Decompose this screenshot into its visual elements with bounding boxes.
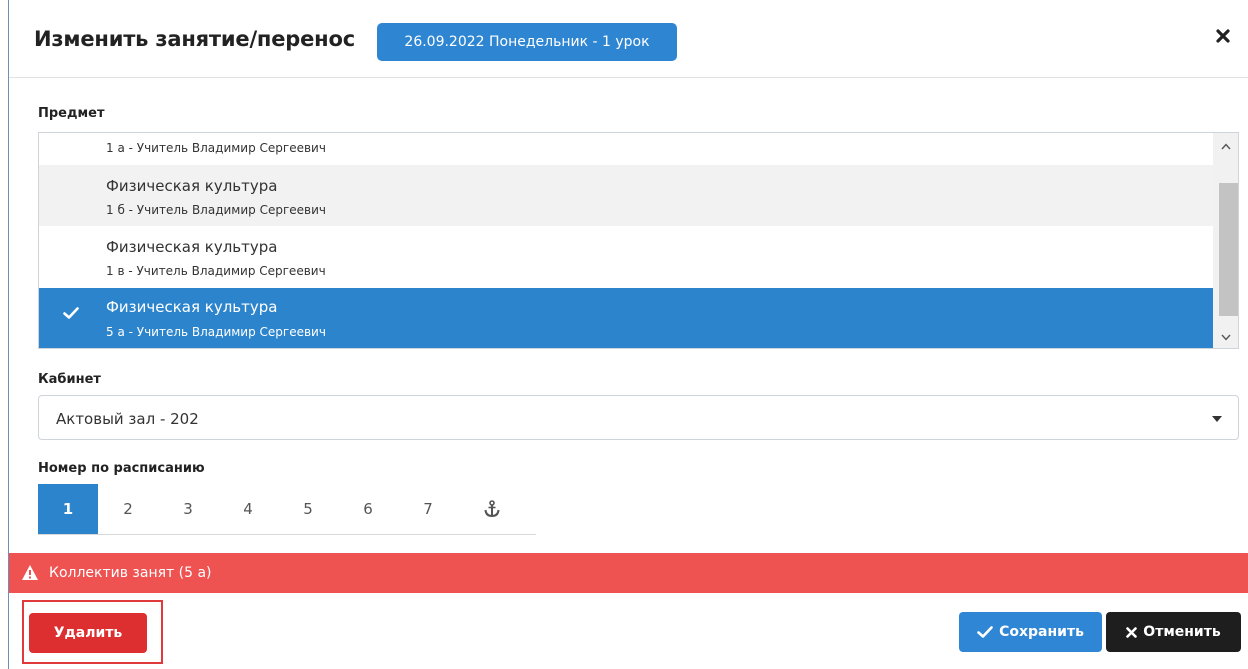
subject-name: Физическая культура (106, 238, 278, 256)
cabinet-value: Актовый зал - 202 (56, 410, 199, 428)
close-icon (1216, 29, 1230, 43)
close-button[interactable] (1211, 24, 1235, 48)
schedule-number-3[interactable]: 3 (158, 484, 218, 534)
chevron-down-icon (1220, 334, 1231, 341)
dialog-title: Изменить занятие/перенос (34, 27, 355, 51)
subject-list[interactable]: 1 а - Учитель Владимир Сергеевич Физичес… (38, 132, 1239, 349)
subject-detail: 1 б - Учитель Владимир Сергеевич (106, 203, 326, 217)
close-icon (1126, 626, 1138, 638)
list-item[interactable]: Физическая культура 1 в - Учитель Владим… (39, 226, 1213, 288)
delete-button[interactable]: Удалить (29, 613, 147, 653)
subject-detail: 1 а - Учитель Владимир Сергеевич (106, 141, 326, 155)
schedule-number-1[interactable]: 1 (38, 484, 98, 534)
schedule-number-label: Номер по расписанию (38, 461, 205, 476)
schedule-number-6[interactable]: 6 (338, 484, 398, 534)
anchor-icon (484, 500, 500, 518)
scroll-up-button[interactable] (1213, 138, 1238, 154)
subject-name: Физическая культура (106, 177, 278, 195)
subject-name: Физическая культура (106, 298, 278, 316)
check-icon (63, 307, 79, 319)
save-label: Сохранить (999, 624, 1084, 640)
schedule-number-5[interactable]: 5 (278, 484, 338, 534)
cancel-button[interactable]: Отменить (1106, 612, 1241, 652)
list-item-selected[interactable]: Физическая культура 5 а - Учитель Владим… (39, 288, 1213, 348)
check-icon (977, 626, 993, 638)
cabinet-label: Кабинет (38, 372, 101, 387)
date-badge: 26.09.2022 Понедельник - 1 урок (377, 23, 677, 61)
list-item[interactable]: 1 а - Учитель Владимир Сергеевич (39, 133, 1213, 165)
save-button[interactable]: Сохранить (959, 612, 1102, 652)
warning-icon (22, 565, 38, 580)
list-item[interactable]: Физическая культура 1 б - Учитель Владим… (39, 165, 1213, 226)
chevron-up-icon (1220, 142, 1231, 149)
conflict-alert: Коллектив занят (5 а) (9, 553, 1248, 593)
scroll-down-button[interactable] (1213, 329, 1238, 345)
alert-text: Коллектив занят (5 а) (49, 565, 212, 581)
edit-lesson-dialog: Изменить занятие/перенос 26.09.2022 Поне… (8, 0, 1248, 669)
cancel-label: Отменить (1143, 624, 1221, 640)
schedule-number-4[interactable]: 4 (218, 484, 278, 534)
schedule-number-2[interactable]: 2 (98, 484, 158, 534)
dialog-header: Изменить занятие/перенос 26.09.2022 Поне… (9, 0, 1248, 78)
cabinet-select[interactable]: Актовый зал - 202 (38, 395, 1239, 440)
schedule-number-7[interactable]: 7 (398, 484, 458, 534)
list-scrollbar[interactable] (1213, 133, 1238, 348)
anchor-button[interactable] (462, 484, 522, 534)
subject-label: Предмет (38, 106, 105, 121)
subject-detail: 5 а - Учитель Владимир Сергеевич (106, 325, 326, 339)
schedule-number-tabs: 1 2 3 4 5 6 7 (38, 484, 536, 535)
scroll-thumb[interactable] (1219, 183, 1238, 316)
caret-down-icon (1212, 416, 1222, 422)
subject-detail: 1 в - Учитель Владимир Сергеевич (106, 264, 326, 278)
